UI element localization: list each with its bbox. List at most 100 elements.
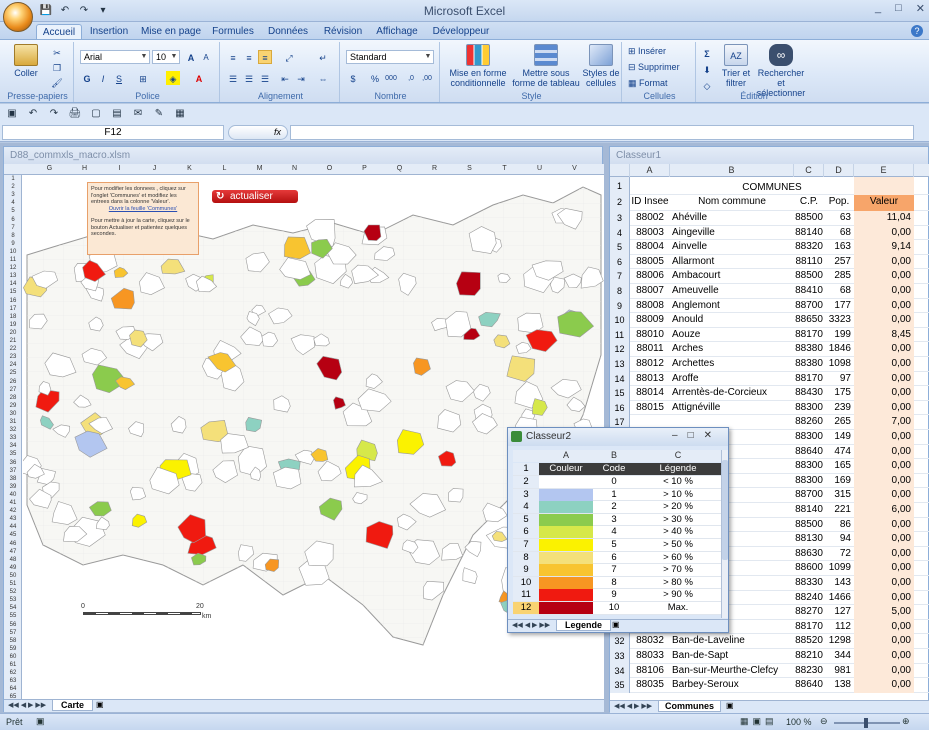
column-header[interactable]: Q — [382, 165, 417, 172]
zoom-out-icon[interactable]: ⊖ — [820, 716, 828, 727]
cut-icon[interactable]: ✂ — [50, 45, 64, 59]
legend-code[interactable]: 3 — [593, 514, 635, 526]
cell-cp[interactable]: 88300 — [794, 430, 824, 444]
column-header-a[interactable]: A — [539, 450, 593, 460]
macro-icon[interactable]: ▦ — [172, 106, 188, 121]
sheet-tab-communes[interactable]: Communes — [658, 701, 722, 712]
currency-icon[interactable]: $ — [346, 71, 360, 85]
shrink-font-icon[interactable]: A — [199, 50, 213, 64]
print-preview-icon[interactable]: 🖨 — [67, 106, 83, 121]
column-header-e[interactable]: E — [854, 164, 914, 177]
cell-valeur[interactable]: 0,00 — [854, 517, 914, 533]
zoom-level[interactable]: 100 % — [786, 717, 812, 727]
legend-label[interactable]: > 20 % — [635, 501, 721, 513]
cell-cp[interactable]: 88300 — [794, 474, 824, 488]
cell-nom-commune[interactable]: Aingeville — [670, 226, 794, 240]
column-header[interactable]: J — [137, 165, 172, 172]
autosum-icon[interactable]: Σ — [700, 46, 714, 60]
merge-center-icon[interactable]: ⇔ — [316, 71, 330, 85]
cell-nom-commune[interactable]: Barbey-Seroux — [670, 678, 794, 692]
cell-pop[interactable]: 138 — [824, 678, 854, 692]
cell-valeur[interactable]: 0,00 — [854, 532, 914, 548]
header-valeur[interactable]: Valeur — [854, 195, 914, 211]
column-header-c[interactable]: C — [635, 450, 721, 460]
cell-id-insee[interactable]: 88005 — [630, 255, 670, 269]
font-color-icon[interactable]: A — [192, 71, 206, 85]
cell-pop[interactable]: 315 — [824, 488, 854, 502]
column-header[interactable]: O — [312, 165, 347, 172]
header-nom-commune[interactable]: Nom commune — [670, 195, 794, 209]
legend-color-swatch[interactable] — [539, 476, 593, 488]
column-header-c[interactable]: C — [794, 164, 824, 177]
cell-pop[interactable]: 175 — [824, 386, 854, 400]
wrap-text-icon[interactable]: ↵ — [316, 50, 330, 64]
percent-icon[interactable]: % — [368, 71, 382, 85]
column-header[interactable]: V — [557, 165, 592, 172]
cell-cp[interactable]: 88640 — [794, 678, 824, 692]
cell-cp[interactable]: 88240 — [794, 591, 824, 605]
sheet-nav-arrows[interactable]: ◀◀ ◀ ▶ ▶▶ — [614, 702, 652, 710]
cell-id-insee[interactable]: 88007 — [630, 284, 670, 298]
help-icon[interactable]: ? — [911, 25, 923, 37]
cell-pop[interactable]: 94 — [824, 532, 854, 546]
cell-id-insee[interactable]: 88009 — [630, 313, 670, 327]
column-header-d[interactable]: D — [824, 164, 854, 177]
select-all-corner[interactable] — [610, 164, 630, 177]
legend-code[interactable]: 1 — [593, 489, 635, 501]
cell-cp[interactable]: 88430 — [794, 386, 824, 400]
cell-cp[interactable]: 88500 — [794, 518, 824, 532]
cell-valeur[interactable]: 0,00 — [854, 386, 914, 402]
maximize-button[interactable]: □ — [895, 2, 902, 15]
legend-color-swatch[interactable] — [539, 539, 593, 551]
cell-pop[interactable]: 474 — [824, 445, 854, 459]
cell-pop[interactable]: 1098 — [824, 357, 854, 371]
cell-id-insee[interactable]: 88002 — [630, 211, 670, 225]
conditional-format-button[interactable]: Mise en forme conditionnelle — [446, 44, 510, 88]
legend-label[interactable]: > 80 % — [635, 577, 721, 589]
cell-cp[interactable]: 88700 — [794, 299, 824, 313]
header-pop[interactable]: Pop. — [824, 195, 854, 209]
zoom-slider-thumb[interactable] — [864, 718, 868, 728]
cell-valeur[interactable]: 0,00 — [854, 269, 914, 285]
cell-pop[interactable]: 112 — [824, 620, 854, 634]
font-size-select[interactable]: 10 ▼ — [152, 50, 180, 64]
insert-function-button[interactable]: fx — [228, 125, 288, 140]
align-middle-icon[interactable]: ≡ — [242, 50, 256, 64]
column-header[interactable]: N — [277, 165, 312, 172]
cell-pop[interactable]: 239 — [824, 401, 854, 415]
cell-cp[interactable]: 88600 — [794, 561, 824, 575]
legend-label[interactable]: > 90 % — [635, 589, 721, 601]
redo-icon[interactable]: ↷ — [46, 106, 62, 121]
column-header-b[interactable]: B — [593, 450, 635, 460]
cell-valeur[interactable]: 0,00 — [854, 371, 914, 387]
legend-window-controls[interactable]: –□✕ — [672, 430, 722, 441]
legend-code[interactable]: 0 — [593, 476, 635, 488]
cell-nom-commune[interactable]: Attignéville — [670, 401, 794, 415]
cell-cp[interactable]: 88140 — [794, 503, 824, 517]
align-right-icon[interactable]: ☰ — [258, 71, 272, 85]
cell-valeur[interactable]: 0,00 — [854, 459, 914, 475]
cell-cp[interactable]: 88500 — [794, 269, 824, 283]
increase-decimal-icon[interactable]: ,0 — [404, 71, 418, 85]
cell-pop[interactable]: 127 — [824, 605, 854, 619]
fill-color-icon[interactable]: ◈ — [166, 71, 180, 85]
cell-valeur[interactable]: 0,00 — [854, 576, 914, 591]
column-header[interactable]: U — [522, 165, 557, 172]
cell-nom-commune[interactable]: Anould — [670, 313, 794, 327]
legend-color-swatch[interactable] — [539, 589, 593, 602]
legend-code[interactable]: 8 — [593, 577, 635, 589]
cell-valeur[interactable]: 0,00 — [854, 649, 914, 664]
macro-record-icon[interactable]: ▣ — [36, 716, 45, 727]
sheet-tab-carte[interactable]: Carte — [52, 700, 94, 711]
legend-code[interactable]: 9 — [593, 589, 635, 601]
cell-pop[interactable]: 143 — [824, 576, 854, 590]
header-cp[interactable]: C.P. — [794, 195, 824, 209]
legend-label[interactable]: > 30 % — [635, 514, 721, 526]
legend-label[interactable]: > 10 % — [635, 489, 721, 501]
cell-id-insee[interactable]: 88033 — [630, 649, 670, 663]
cell-valeur[interactable]: 0,00 — [854, 400, 914, 416]
cell-cp[interactable]: 88170 — [794, 372, 824, 386]
cell-cp[interactable]: 88410 — [794, 284, 824, 298]
column-header[interactable]: P — [347, 165, 382, 172]
cell-id-insee[interactable]: 88013 — [630, 372, 670, 386]
